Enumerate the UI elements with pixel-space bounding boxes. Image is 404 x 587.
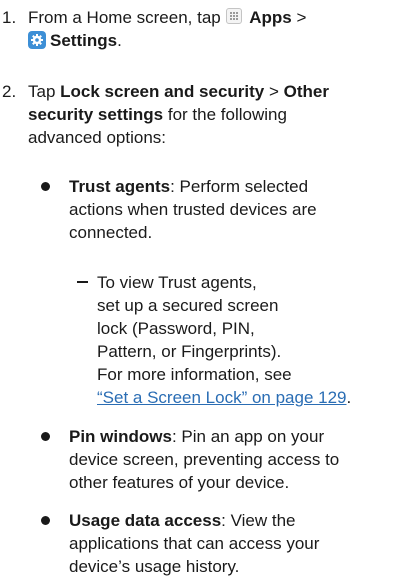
option-usage-data-access: Usage data access: View the applications… [0,509,404,579]
bullet-dot [41,432,50,441]
note-line: set up a secured screen [97,296,279,315]
bullet-dot [41,516,50,525]
option-pin-windows: Pin windows: Pin an app on your device s… [0,425,404,495]
step-number: 1. [2,8,17,27]
option-desc: applications that can access your [69,534,320,553]
set-screen-lock-link[interactable]: “Set a Screen Lock” on page 129 [97,388,347,407]
step-text: Tap Lock screen and security > Other sec… [28,80,398,149]
tap-word: Tap [28,82,56,101]
other-label-part2: security settings [28,105,164,124]
note-end: . [346,388,352,407]
settings-label: Settings [50,31,118,50]
apps-grid-icon [226,8,243,24]
option-desc: : Perform selected [170,177,309,196]
step-2: 2. Tap Lock screen and security > Other … [0,80,404,152]
note-line: lock (Password, PIN, [97,319,255,338]
option-text: Usage data access: View the applications… [69,509,399,578]
note-line: To view Trust agents, [97,273,257,292]
step-text-prefix: From a Home screen, tap [28,8,221,27]
step-text: From a Home screen, tap Apps > Settings. [28,6,398,52]
option-trust-agents: Trust agents: Perform selected actions w… [0,175,404,245]
trust-agents-note: To view Trust agents, set up a secured s… [0,271,404,411]
step-1: 1. From a Home screen, tap Apps > Settin… [0,6,404,56]
option-title: Usage data access [69,511,222,530]
step-text-line3: advanced options: [28,128,166,147]
path-separator: > [268,82,279,101]
option-desc: : Pin an app on your [171,427,325,446]
instruction-page: 1. From a Home screen, tap Apps > Settin… [0,0,404,587]
note-line: For more information, see [97,365,292,384]
option-title: Trust agents [69,177,171,196]
note-text: To view Trust agents, set up a secured s… [97,271,351,409]
option-desc: : View the [221,511,296,530]
settings-gear-icon [28,31,46,49]
step-text-rest: for the following [167,105,287,124]
step-number: 2. [2,82,17,101]
option-desc: device’s usage history. [69,557,240,576]
option-desc: other features of your device. [69,473,290,492]
note-line: Pattern, or Fingerprints). [97,342,282,361]
other-label-part1: Other [283,82,329,101]
lock-screen-label: Lock screen and security [60,82,265,101]
apps-label: Apps [249,8,292,27]
option-desc: actions when trusted devices are [69,200,317,219]
bullet-dot [41,182,50,191]
option-desc: connected. [69,223,153,242]
option-text: Pin windows: Pin an app on your device s… [69,425,399,494]
option-desc: device screen, preventing access to [69,450,340,469]
option-title: Pin windows [69,427,172,446]
path-separator: > [296,8,307,27]
option-text: Trust agents: Perform selected actions w… [69,175,399,244]
step-end: . [117,31,122,50]
dash-marker [77,281,88,283]
